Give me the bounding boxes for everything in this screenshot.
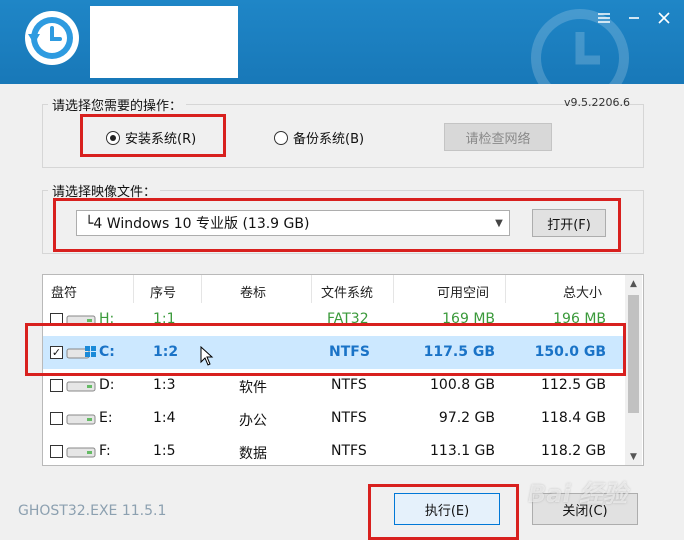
scroll-up-icon[interactable]: ▲ — [625, 275, 642, 292]
row-total-size: 196 MB — [553, 311, 606, 327]
row-total-size: 150.0 GB — [534, 344, 606, 360]
table-header: 盘符 序号 卷标 文件系统 可用空间 总大小 — [43, 275, 625, 303]
image-select[interactable]: └4 Windows 10 专业版 (13.9 GB) ▼ — [76, 210, 510, 236]
radio-checked-icon — [106, 130, 120, 145]
row-total-size: 118.2 GB — [541, 443, 606, 459]
col-volume-label[interactable]: 卷标 — [240, 282, 266, 301]
menu-icon[interactable] — [596, 10, 612, 26]
scroll-thumb[interactable] — [628, 295, 639, 413]
row-filesystem: NTFS — [331, 410, 367, 426]
row-free-space: 97.2 GB — [438, 410, 495, 426]
drive-icon — [66, 414, 96, 425]
row-drive: E: — [99, 410, 113, 426]
drive-icon — [66, 381, 96, 392]
table-row[interactable]: H: 1:1 FAT32 169 MB 196 MB — [43, 303, 625, 336]
backup-system-radio[interactable]: 备份系统(B) — [274, 128, 364, 147]
row-index: 1:2 — [153, 344, 179, 360]
execute-button[interactable]: 执行(E) — [394, 493, 500, 525]
row-drive: F: — [99, 443, 111, 459]
drive-icon — [66, 447, 96, 458]
row-index: 1:4 — [153, 410, 176, 426]
row-free-space: 113.1 GB — [430, 443, 495, 459]
row-volume-label: 办公 — [239, 413, 267, 429]
install-system-label: 安装系统(R) — [125, 132, 197, 147]
row-checkbox-checked[interactable]: ✓ — [50, 346, 63, 359]
mouse-cursor-icon — [200, 346, 214, 366]
row-checkbox[interactable] — [50, 412, 63, 425]
row-free-space: 117.5 GB — [423, 344, 495, 360]
check-network-button[interactable]: 请检查网络 — [444, 123, 552, 151]
scroll-down-icon[interactable]: ▼ — [625, 448, 642, 465]
row-volume-label: 数据 — [239, 446, 267, 462]
row-volume-label: 软件 — [239, 380, 267, 396]
row-drive: C: — [99, 344, 115, 360]
version-text: v9.5.2206.6 — [564, 96, 630, 109]
row-free-space: 169 MB — [442, 311, 495, 327]
row-checkbox[interactable] — [50, 445, 63, 458]
table-row[interactable]: E: 1:4 办公 NTFS 97.2 GB 118.4 GB — [43, 402, 625, 435]
row-free-space: 100.8 GB — [430, 377, 495, 393]
col-filesystem[interactable]: 文件系统 — [321, 282, 373, 301]
row-index: 1:1 — [153, 311, 176, 327]
row-checkbox[interactable] — [50, 379, 63, 392]
windows-drive-icon — [66, 346, 96, 359]
row-drive: D: — [99, 377, 115, 393]
row-drive: H: — [99, 311, 115, 327]
partition-table: 盘符 序号 卷标 文件系统 可用空间 总大小 H: 1:1 FAT32 169 … — [42, 274, 644, 466]
title-placeholder — [90, 6, 238, 78]
col-free-space[interactable]: 可用空间 — [437, 282, 489, 301]
operation-label: 请选择您需要的操作： — [48, 95, 187, 114]
close-icon[interactable] — [656, 10, 672, 26]
row-filesystem: NTFS — [329, 344, 370, 360]
clock-watermark-icon — [531, 9, 629, 84]
install-system-radio[interactable]: 安装系统(R) — [106, 128, 196, 147]
table-row[interactable]: D: 1:3 软件 NTFS 100.8 GB 112.5 GB — [43, 369, 625, 402]
title-bar — [0, 0, 684, 84]
row-filesystem: NTFS — [331, 377, 367, 393]
drive-icon — [66, 315, 96, 326]
row-index: 1:3 — [153, 377, 176, 393]
minimize-icon[interactable] — [626, 10, 642, 26]
image-select-value: └4 Windows 10 专业版 (13.9 GB) — [85, 216, 310, 232]
row-filesystem: FAT32 — [327, 311, 369, 327]
row-filesystem: NTFS — [331, 443, 367, 459]
backup-system-label: 备份系统(B) — [293, 132, 365, 147]
col-drive[interactable]: 盘符 — [51, 282, 77, 301]
row-index: 1:5 — [153, 443, 176, 459]
row-checkbox[interactable] — [50, 313, 63, 326]
chevron-down-icon: ▼ — [495, 217, 503, 229]
row-total-size: 112.5 GB — [541, 377, 606, 393]
open-button[interactable]: 打开(F) — [532, 209, 606, 237]
clock-restore-icon — [25, 11, 79, 65]
image-label: 请选择映像文件： — [48, 181, 161, 200]
row-total-size: 118.4 GB — [541, 410, 606, 426]
col-index[interactable]: 序号 — [150, 282, 176, 301]
close-button[interactable]: 关闭(C) — [532, 493, 638, 525]
ghost-version: GHOST32.EXE 11.5.1 — [18, 503, 167, 519]
vertical-scrollbar[interactable]: ▲ ▼ — [625, 275, 642, 465]
table-row[interactable]: F: 1:5 数据 NTFS 113.1 GB 118.2 GB — [43, 435, 625, 465]
col-total-size[interactable]: 总大小 — [563, 282, 602, 301]
table-row-selected[interactable]: ✓ C: 1:2 NTFS 117.5 GB 150.0 GB — [43, 336, 625, 369]
radio-unchecked-icon — [274, 130, 288, 145]
